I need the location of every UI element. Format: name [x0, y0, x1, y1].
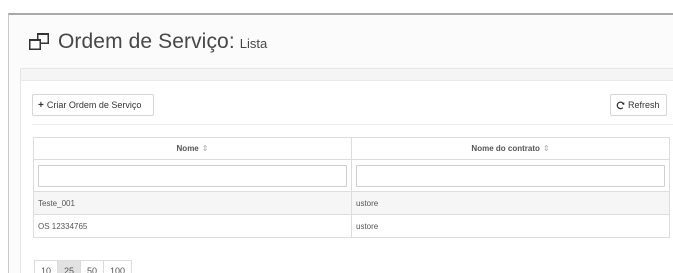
cell-nome: Teste_001 — [33, 191, 352, 215]
nome-filter-input[interactable] — [38, 164, 347, 187]
contrato-filter-input[interactable] — [356, 164, 665, 187]
table-row[interactable]: Teste_001 ustore — [33, 191, 670, 215]
table-row[interactable]: OS 12334765 ustore — [33, 214, 670, 238]
page-size-25[interactable]: 25 — [57, 260, 82, 273]
create-service-order-button[interactable]: + Criar Ordem de Serviço — [32, 94, 154, 116]
refresh-button[interactable]: Refresh — [610, 94, 667, 116]
create-button-label: Criar Ordem de Serviço — [46, 100, 142, 110]
page-title: Ordem de Serviço: — [58, 29, 235, 53]
service-orders-table: Nome ⇕ Nome do contrato ⇕ Teste_001 ustore — [33, 137, 670, 238]
app-frame: Ordem de Serviço: Lista + Criar Ordem de… — [8, 13, 673, 273]
column-header-nome-do-contrato[interactable]: Nome do contrato ⇕ — [351, 137, 670, 160]
content-panel: + Criar Ordem de Serviço Refresh Nome ⇕ N… — [20, 68, 673, 273]
page-header: Ordem de Serviço: Lista — [9, 15, 673, 68]
cell-contrato: ustore — [351, 191, 670, 215]
table-header-row: Nome ⇕ Nome do contrato ⇕ — [33, 137, 670, 160]
plus-icon: + — [38, 99, 44, 111]
refresh-icon — [616, 101, 625, 109]
sort-icon: ⇕ — [542, 144, 550, 153]
cell-contrato: ustore — [351, 214, 670, 238]
sort-icon: ⇕ — [201, 144, 209, 153]
refresh-button-label: Refresh — [628, 100, 660, 110]
cell-nome: OS 12334765 — [33, 214, 352, 238]
page-subtitle: Lista — [239, 36, 268, 51]
filter-row — [33, 159, 670, 192]
toolbar-divider — [32, 124, 673, 125]
page-size-selector: 10 25 50 100 — [34, 260, 133, 273]
page-size-50[interactable]: 50 — [80, 260, 105, 273]
column-header-nome[interactable]: Nome ⇕ — [33, 137, 352, 160]
clone-icon — [29, 32, 49, 50]
panel-heading — [21, 69, 673, 81]
page-size-100[interactable]: 100 — [103, 260, 133, 273]
page-size-10[interactable]: 10 — [34, 260, 59, 273]
